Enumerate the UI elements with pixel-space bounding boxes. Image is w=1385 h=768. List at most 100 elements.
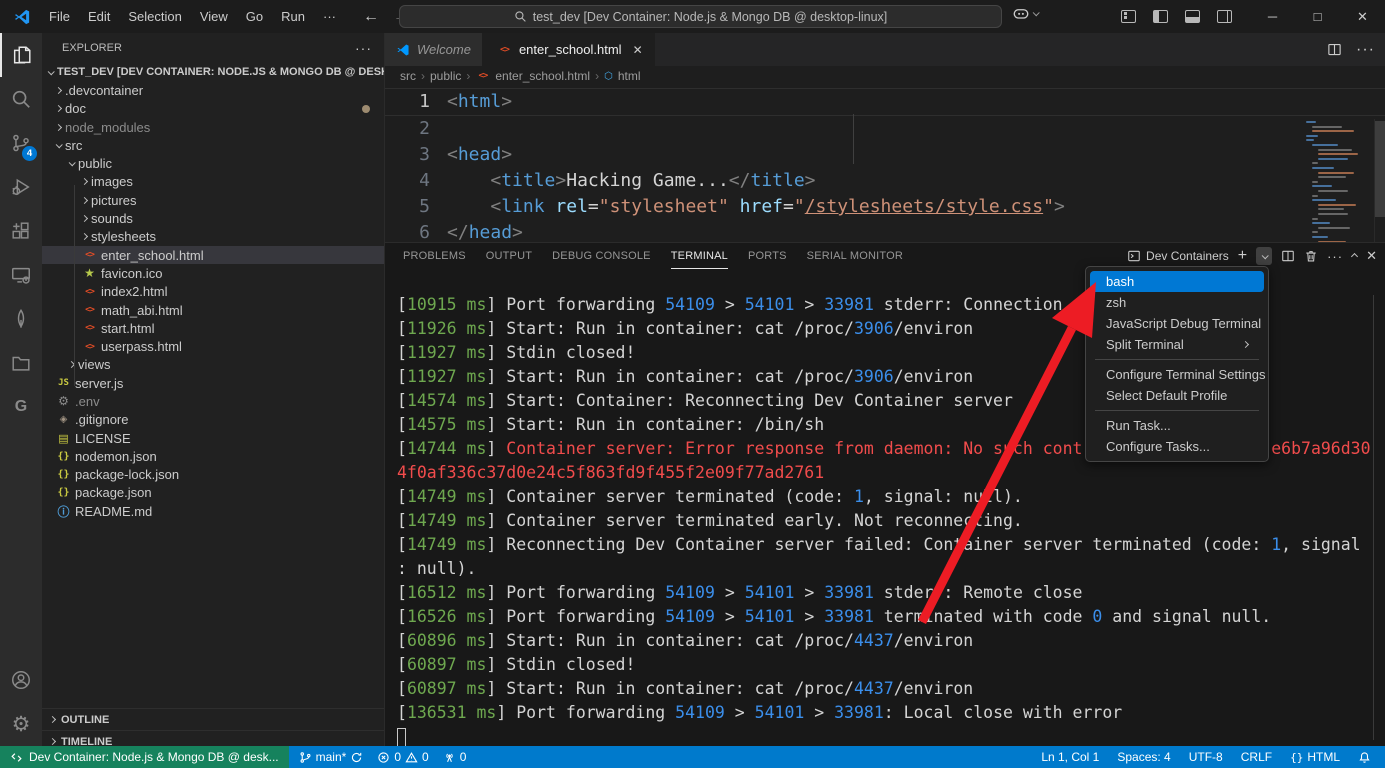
tree-item-doc[interactable]: doc bbox=[42, 100, 384, 118]
maximize-button[interactable]: □ bbox=[1295, 0, 1340, 33]
tree-item-src[interactable]: src bbox=[42, 136, 384, 154]
toggle-panel-icon[interactable] bbox=[1185, 10, 1200, 23]
breadcrumb[interactable]: src› public› <> enter_school.html› ⬡ htm… bbox=[385, 66, 1385, 86]
toggle-sidebar-icon[interactable] bbox=[1153, 10, 1168, 23]
tree-item-index2-html[interactable]: <>index2.html bbox=[42, 283, 384, 301]
tab-welcome[interactable]: Welcome bbox=[385, 33, 483, 66]
tree-item-stylesheets[interactable]: stylesheets bbox=[42, 228, 384, 246]
menu-item-zsh[interactable]: zsh bbox=[1090, 292, 1264, 313]
eol-sequence[interactable]: CRLF bbox=[1235, 750, 1278, 764]
tree-item-readme-md[interactable]: ⓘREADME.md bbox=[42, 502, 384, 520]
source-control-icon[interactable]: 4 bbox=[0, 121, 42, 165]
outline-section[interactable]: OUTLINE bbox=[42, 708, 384, 730]
tree-item-sounds[interactable]: sounds bbox=[42, 209, 384, 227]
menu-view[interactable]: View bbox=[191, 5, 237, 29]
close-panel-icon[interactable]: ✕ bbox=[1366, 248, 1377, 264]
customize-layout-icon[interactable] bbox=[1121, 10, 1136, 23]
panel-tab-problems[interactable]: PROBLEMS bbox=[403, 243, 466, 269]
cursor-position[interactable]: Ln 1, Col 1 bbox=[1035, 750, 1105, 764]
tree-item-package-lock-json[interactable]: {}package-lock.json bbox=[42, 466, 384, 484]
tab-enter-school-html[interactable]: <> enter_school.html ✕ bbox=[483, 33, 655, 66]
explorer-more-actions-icon[interactable]: ··· bbox=[355, 40, 372, 56]
menu-selection[interactable]: Selection bbox=[119, 5, 190, 29]
timeline-section[interactable]: TIMELINE bbox=[42, 730, 384, 746]
tree-item-images[interactable]: images bbox=[42, 173, 384, 191]
menu-item-split-terminal[interactable]: Split Terminal bbox=[1090, 334, 1264, 355]
tree-item-server-js[interactable]: JSserver.js bbox=[42, 374, 384, 392]
menu-run[interactable]: Run bbox=[272, 5, 314, 29]
problems-status[interactable]: 0 0 bbox=[371, 750, 434, 764]
menu-item-run-task[interactable]: Run Task... bbox=[1090, 415, 1264, 436]
language-mode[interactable]: {}HTML bbox=[1284, 750, 1346, 764]
new-terminal-icon[interactable]: + bbox=[1238, 247, 1247, 265]
panel-tab-serial-monitor[interactable]: SERIAL MONITOR bbox=[807, 243, 903, 269]
tree-item-enter-school-html[interactable]: <>enter_school.html bbox=[42, 246, 384, 264]
menu-go[interactable]: Go bbox=[237, 5, 272, 29]
menu-item-configure-tasks[interactable]: Configure Tasks... bbox=[1090, 436, 1264, 457]
search-text: test_dev [Dev Container: Node.js & Mongo… bbox=[533, 10, 888, 24]
encoding[interactable]: UTF-8 bbox=[1183, 750, 1229, 764]
menu-item-bash[interactable]: bash bbox=[1090, 271, 1264, 292]
terminal-scrollbar[interactable] bbox=[1373, 295, 1374, 740]
settings-gear-icon[interactable]: ⚙ bbox=[0, 702, 42, 746]
menu-item-javascript-debug-terminal[interactable]: JavaScript Debug Terminal bbox=[1090, 313, 1264, 334]
search-icon[interactable] bbox=[0, 77, 42, 121]
menu-more-icon[interactable]: ··· bbox=[314, 5, 345, 29]
editor-scrollbar[interactable] bbox=[1375, 121, 1385, 217]
tree-item-env[interactable]: ⚙.env bbox=[42, 392, 384, 410]
extensions-icon[interactable] bbox=[0, 209, 42, 253]
kill-terminal-trash-icon[interactable] bbox=[1304, 249, 1318, 263]
split-terminal-icon[interactable] bbox=[1281, 249, 1295, 263]
maximize-panel-icon[interactable] bbox=[1351, 252, 1358, 259]
tree-item-math-abi-html[interactable]: <>math_abi.html bbox=[42, 301, 384, 319]
launch-profile[interactable]: Dev Containers bbox=[1127, 249, 1229, 263]
tree-item-views[interactable]: views bbox=[42, 356, 384, 374]
indentation[interactable]: Spaces: 4 bbox=[1111, 750, 1176, 764]
tree-item-start-html[interactable]: <>start.html bbox=[42, 319, 384, 337]
panel-tab-terminal[interactable]: TERMINAL bbox=[671, 243, 728, 269]
toggle-secondary-sidebar-icon[interactable] bbox=[1217, 10, 1232, 23]
tree-indent-guide bbox=[74, 185, 75, 386]
menu-file[interactable]: File bbox=[40, 5, 79, 29]
tree-item-nodemon-json[interactable]: {}nodemon.json bbox=[42, 447, 384, 465]
remote-explorer-icon[interactable] bbox=[0, 253, 42, 297]
command-center-search[interactable]: test_dev [Dev Container: Node.js & Mongo… bbox=[399, 5, 1002, 28]
folder-explorer-icon[interactable] bbox=[0, 341, 42, 385]
menu-item-select-default-profile[interactable]: Select Default Profile bbox=[1090, 385, 1264, 406]
terminal-profile-dropdown-icon[interactable] bbox=[1256, 247, 1272, 265]
editor-more-actions-icon[interactable]: ··· bbox=[1356, 41, 1375, 59]
tree-item-gitignore[interactable]: ◈.gitignore bbox=[42, 411, 384, 429]
accounts-icon[interactable] bbox=[0, 658, 42, 702]
split-editor-icon[interactable] bbox=[1327, 42, 1342, 57]
notifications-bell[interactable] bbox=[1352, 751, 1377, 764]
panel-more-actions-icon[interactable]: ··· bbox=[1327, 249, 1343, 264]
tree-item-node-modules[interactable]: node_modules bbox=[42, 118, 384, 136]
explorer-icon[interactable] bbox=[0, 33, 42, 77]
tree-item-pictures[interactable]: pictures bbox=[42, 191, 384, 209]
gitlens-icon[interactable]: G bbox=[0, 385, 42, 429]
run-debug-icon[interactable] bbox=[0, 165, 42, 209]
code-editor[interactable]: 1<html>23<head>4 <title>Hacking Game...<… bbox=[385, 86, 1385, 242]
tree-item-favicon-ico[interactable]: ★favicon.ico bbox=[42, 264, 384, 282]
copilot-button[interactable] bbox=[1012, 6, 1038, 21]
minimize-button[interactable]: ─ bbox=[1250, 0, 1295, 33]
back-arrow-icon[interactable]: ← bbox=[363, 8, 379, 26]
panel-tab-debug-console[interactable]: DEBUG CONSOLE bbox=[552, 243, 651, 269]
remote-indicator[interactable]: Dev Container: Node.js & Mongo DB @ desk… bbox=[0, 746, 289, 768]
forwarded-ports-status[interactable]: 0 bbox=[437, 750, 473, 764]
tree-item-package-json[interactable]: {}package.json bbox=[42, 484, 384, 502]
close-tab-icon[interactable]: ✕ bbox=[633, 43, 643, 57]
tree-item-userpass-html[interactable]: <>userpass.html bbox=[42, 337, 384, 355]
tree-root-folder[interactable]: TEST_DEV [DEV CONTAINER: NODE.JS & MONGO… bbox=[42, 63, 384, 81]
panel-tab-output[interactable]: OUTPUT bbox=[486, 243, 532, 269]
tree-item-public[interactable]: public bbox=[42, 154, 384, 172]
mongodb-icon[interactable] bbox=[0, 297, 42, 341]
tree-item-devcontainer[interactable]: .devcontainer bbox=[42, 81, 384, 99]
git-branch-status[interactable]: main* bbox=[293, 750, 370, 764]
menu-item-configure-terminal-settings[interactable]: Configure Terminal Settings bbox=[1090, 364, 1264, 385]
tree-item-license[interactable]: ▤LICENSE bbox=[42, 429, 384, 447]
menu-edit[interactable]: Edit bbox=[79, 5, 119, 29]
panel-tab-ports[interactable]: PORTS bbox=[748, 243, 787, 269]
chevron-right-icon bbox=[81, 178, 88, 185]
close-button[interactable]: ✕ bbox=[1340, 0, 1385, 33]
